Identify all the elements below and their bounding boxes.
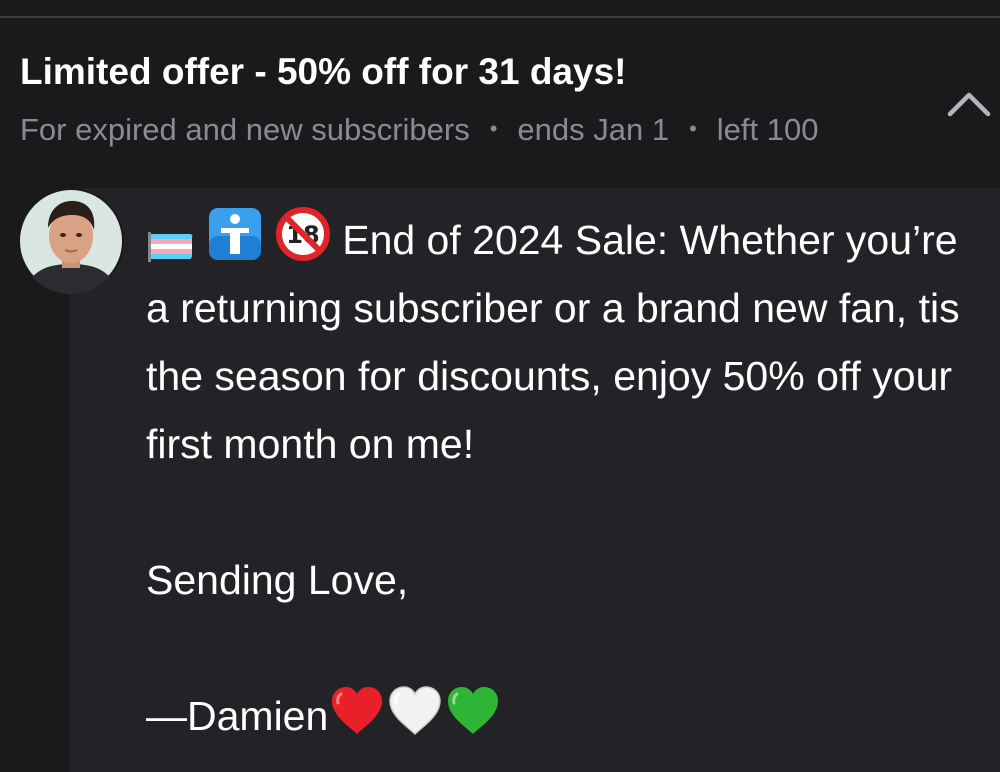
offer-end-date: ends Jan 1: [517, 112, 670, 147]
meta-separator: •: [489, 116, 498, 141]
offer-screen: Limited offer - 50% off for 31 days! For…: [0, 0, 1000, 772]
white-heart-icon: [386, 684, 444, 738]
offer-meta: For expired and new subscribers • ends Jan…: [20, 109, 920, 150]
no-one-under-eighteen-icon: 18: [275, 206, 331, 262]
message-heading: End of 2024 Sale: Whether you’re a retur…: [146, 217, 960, 467]
message-signature-line: —Damien: [146, 682, 986, 750]
offer-header[interactable]: Limited offer - 50% off for 31 days! For…: [20, 48, 920, 150]
message-body: 18 End of 2024 Sale: Whether you’re a re…: [146, 206, 986, 750]
meta-separator: •: [689, 116, 697, 141]
offer-audience: For expired and new subscribers: [20, 112, 470, 147]
creator-photo: [18, 188, 124, 294]
chevron-up-icon: [947, 92, 991, 117]
divider: [0, 16, 1000, 18]
offer-remaining-count: left 100: [716, 112, 819, 147]
avatar[interactable]: [18, 188, 124, 294]
red-heart-icon: [328, 684, 386, 738]
message-paragraph: 18 End of 2024 Sale: Whether you’re a re…: [146, 206, 986, 478]
transgender-flag-icon: [146, 230, 196, 262]
message-closing: Sending Love,: [146, 557, 409, 603]
offer-title: Limited offer - 50% off for 31 days!: [20, 51, 627, 92]
collapse-button[interactable]: [942, 84, 998, 128]
person-icon: [207, 206, 263, 262]
green-heart-icon: [444, 684, 502, 738]
message-signature: —Damien: [146, 693, 329, 739]
